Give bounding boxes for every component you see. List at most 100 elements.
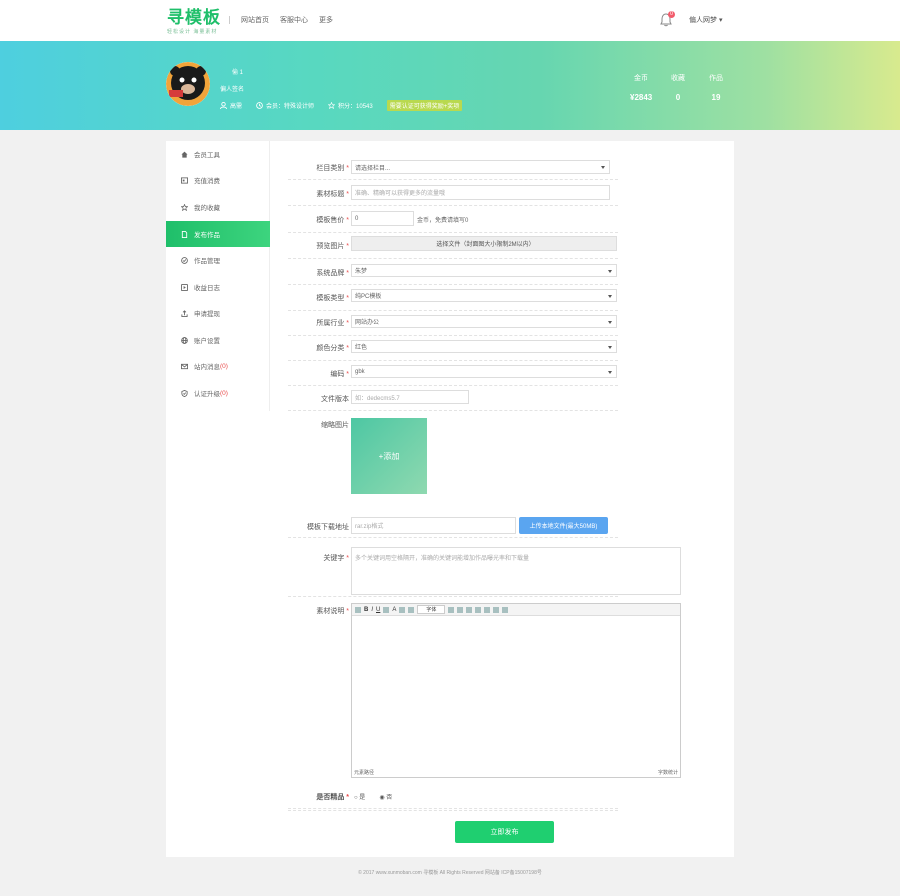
title-input[interactable]: 准确、精确可以获得更多的流量哦 <box>351 185 610 200</box>
rich-editor[interactable]: B I U A 字体 元素路径 字数统计 <box>351 603 681 778</box>
label-price: 模板售价 * <box>316 217 349 224</box>
align-left-icon[interactable] <box>448 606 455 613</box>
align-right-icon[interactable] <box>466 606 473 613</box>
list-icon[interactable] <box>408 606 415 613</box>
keywords-textarea[interactable]: 多个关键词用空格隔开，准确的关键词能增加作品曝光率和下载量 <box>351 547 681 595</box>
user-name: 偷 1 <box>220 70 244 76</box>
label-category: 栏目类别 * <box>316 165 349 172</box>
upload-icon <box>181 309 188 317</box>
sidebar-item-earnings[interactable]: 收益日志 <box>166 274 270 300</box>
top-bar <box>0 0 900 41</box>
version-input[interactable]: 如：dedecms5.7 <box>351 390 469 404</box>
sidebar-item-label: 会员工具 <box>194 152 220 159</box>
user-menu[interactable]: 偏人网梦 ▾ <box>689 15 722 25</box>
sidebar-item-favorites[interactable]: 我的收藏 <box>166 194 270 220</box>
sidebar-item-label: 账户设置 <box>194 338 220 345</box>
featured-divider <box>288 810 618 811</box>
sidebar-item-label: 认证升级 <box>194 391 220 398</box>
star-icon <box>181 203 188 211</box>
label-version: 文件版本 <box>321 396 349 403</box>
italic-icon[interactable]: I <box>371 607 373 613</box>
sidebar-item-manage[interactable]: 作品管理 <box>166 247 270 273</box>
label-desc: 素材说明 * <box>316 608 349 615</box>
avatar[interactable] <box>166 62 210 106</box>
label-preview: 预览图片 * <box>316 243 349 250</box>
image-icon[interactable] <box>493 606 500 613</box>
encoding-select[interactable]: gbk <box>351 365 617 378</box>
radio-yes[interactable]: ○ 是 <box>354 792 365 801</box>
attachment-icon[interactable] <box>502 606 509 613</box>
featured-radios: ○ 是 ◉ 否 <box>354 792 392 801</box>
bold-icon[interactable]: B <box>364 607 368 613</box>
category-select[interactable]: 请选择栏目... <box>351 160 610 174</box>
sidebar-item-certify[interactable]: 认证升级 (0) <box>166 380 270 406</box>
stat-coins: 金币 ¥2843 <box>630 73 652 102</box>
info-member-text: 会员：特殊设计师 <box>266 104 315 110</box>
submit-button[interactable]: 立即发布 <box>455 821 554 843</box>
nav-service[interactable]: 客服中心 <box>280 15 308 25</box>
align-center-icon[interactable] <box>457 606 464 613</box>
certify-tag[interactable]: 需要认证可获得奖励+奖项 <box>386 100 463 111</box>
link-icon[interactable] <box>475 606 482 613</box>
sidebar-item-recharge[interactable]: 充值消费 <box>166 167 270 193</box>
font-color-icon[interactable]: A <box>392 607 396 613</box>
page-footer: © 2017 www.xunmoban.com 寻模板 All Rights R… <box>358 870 542 876</box>
label-type: 模板类型 * <box>316 295 349 302</box>
nav-home[interactable]: 网站首页 <box>241 15 269 25</box>
undo-icon[interactable] <box>355 606 361 613</box>
underline-icon[interactable]: U <box>376 607 380 613</box>
avatar-image <box>166 62 210 106</box>
stat-coins-label: 金币 <box>634 75 648 82</box>
top-nav: 网站首页 客服中心 更多 <box>241 15 333 25</box>
logo[interactable]: 寻模板 轻松设计 海量素材 <box>167 9 221 35</box>
stat-favorites: 收藏 0 <box>668 73 688 102</box>
sidebar-item-label: 站内消息 <box>194 364 220 371</box>
sidebar: 会员工具 充值消费 我的收藏 发布作品 作品管理 收益日志 申请提现 账户设置 … <box>166 141 270 411</box>
word-count: 字数统计 <box>657 770 678 776</box>
color-select[interactable]: 红色 <box>351 340 617 353</box>
home-icon <box>181 151 188 158</box>
radio-no[interactable]: ◉ 否 <box>379 792 392 801</box>
profile-banner <box>0 41 900 130</box>
logo-slogan: 轻松设计 海量素材 <box>167 29 218 35</box>
card-icon <box>181 176 188 184</box>
user-signature[interactable]: 偏人签名 <box>220 84 244 93</box>
label-download: 模板下载地址 <box>307 524 349 531</box>
label-style: 系统品牌 * <box>316 270 349 277</box>
price-hint: 金币，免费请填写0 <box>417 218 469 224</box>
sidebar-item-messages[interactable]: 站内消息 (0) <box>166 353 270 379</box>
user-info-row: 高需 会员：特殊设计师 积分：10543 需要认证可获得奖励+奖项 <box>220 100 463 111</box>
label-thumb: 缩略图片 <box>321 422 349 429</box>
type-select[interactable]: 纯PC模板 <box>351 289 617 302</box>
format-icon[interactable] <box>383 606 390 613</box>
price-input[interactable]: 0 <box>351 211 414 226</box>
stat-works-label: 作品 <box>709 75 723 82</box>
nav-more[interactable]: 更多 <box>319 15 333 25</box>
sidebar-item-label: 我的收藏 <box>194 205 220 212</box>
thumb-upload[interactable]: +添加 <box>351 418 427 494</box>
check-circle-icon <box>181 256 188 264</box>
label-featured: 是否精品 * <box>316 794 349 801</box>
label-industry: 所属行业 * <box>316 320 349 327</box>
sidebar-item-label: 发布作品 <box>194 232 220 239</box>
info-member: 会员：特殊设计师 <box>256 101 314 110</box>
industry-select[interactable]: 网站办公 <box>351 315 617 328</box>
style-select[interactable]: 朱梦 <box>351 264 617 277</box>
highlight-icon[interactable] <box>399 606 406 613</box>
logo-text: 寻模板 <box>167 8 221 28</box>
sidebar-item-withdraw[interactable]: 申请提现 <box>166 300 270 326</box>
stat-coins-value: ¥2843 <box>630 93 653 102</box>
info-level-text: 高需 <box>230 104 243 110</box>
font-select[interactable]: 字体 <box>417 605 446 614</box>
stat-works-value: 19 <box>711 93 721 102</box>
upload-file-button[interactable]: 上传本地文件(最大50MB) <box>519 517 608 534</box>
sidebar-item-publish[interactable]: 发布作品 <box>166 221 270 247</box>
download-input[interactable]: rar.zip格式 <box>351 517 516 534</box>
anchor-icon[interactable] <box>484 606 491 613</box>
preview-file-button[interactable]: 选择文件（封面图大小限制2M以内） <box>351 236 617 251</box>
play-icon <box>181 283 188 291</box>
sidebar-item-tools[interactable]: 会员工具 <box>166 141 270 167</box>
sidebar-item-account[interactable]: 账户设置 <box>166 327 270 353</box>
info-points: 积分：10543 <box>328 101 373 110</box>
user-icon <box>220 102 227 109</box>
